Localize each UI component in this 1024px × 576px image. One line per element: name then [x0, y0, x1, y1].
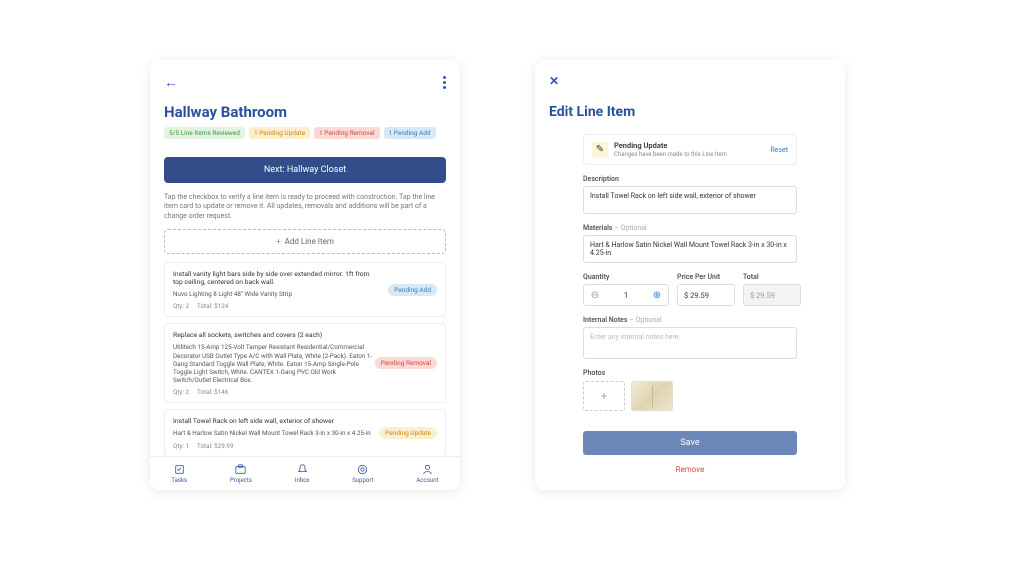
help-text: Tap the checkbox to verify a line item i… [150, 183, 460, 229]
description-label: Description [583, 175, 797, 183]
line-items-panel: ← Hallway Bathroom 5/5 Line Items Review… [150, 60, 460, 490]
nav-label: Inbox [295, 477, 310, 484]
nav-label: Account [416, 477, 438, 484]
add-line-item-button[interactable]: +Add Line Item [164, 229, 446, 254]
page-title: Hallway Bathroom [164, 103, 446, 121]
total-label: Total [743, 273, 801, 281]
edit-line-item-panel: ✕ Edit Line Item ✎ Pending Update Change… [535, 60, 845, 490]
photos-label: Photos [583, 369, 797, 377]
reset-link[interactable]: Reset [770, 146, 788, 154]
next-button[interactable]: Next: Hallway Closet [164, 157, 446, 183]
remove-link[interactable]: Remove [583, 465, 797, 474]
status-chip: 1 Pending Add [384, 127, 436, 139]
price-input[interactable]: $ 29.59 [677, 284, 735, 306]
line-item-description: Install vanity light bars side by side o… [173, 270, 373, 286]
nav-item-account[interactable]: Account [416, 464, 438, 484]
materials-input[interactable]: Hart & Harlow Satin Nickel Wall Mount To… [583, 235, 797, 263]
back-arrow-icon[interactable]: ← [164, 74, 178, 91]
price-label: Price Per Unit [677, 273, 735, 281]
line-item-meta: Qty: 2Total: $124 [173, 302, 437, 310]
total-value: $ 29.59 [743, 284, 801, 306]
bottom-nav: Tasks Projects Inbox Support Account [150, 456, 460, 490]
status-badge: Pending Update [379, 427, 437, 439]
projects-icon [235, 464, 246, 475]
inbox-icon [297, 464, 308, 475]
pencil-icon: ✎ [592, 142, 608, 158]
add-photo-button[interactable]: + [583, 381, 625, 411]
description-input[interactable]: Install Towel Rack on left side wall, ex… [583, 186, 797, 214]
line-item-materials: Utilitech 15-Amp 125-Volt Tamper Resista… [173, 343, 373, 384]
line-item-card[interactable]: Replace all sockets, switches and covers… [164, 323, 446, 403]
status-chip: 5/5 Line Items Reviewed [164, 127, 245, 139]
nav-item-support[interactable]: Support [352, 464, 373, 484]
line-item-description: Replace all sockets, switches and covers… [173, 331, 373, 339]
quantity-stepper[interactable]: ⊖ 1 ⊕ [583, 284, 669, 306]
line-item-materials: Nuvo Lighting 8 Light 48" Wide Vanity St… [173, 290, 373, 298]
account-icon [422, 464, 433, 475]
tasks-icon [174, 464, 185, 475]
nav-item-projects[interactable]: Projects [230, 464, 252, 484]
status-chip: 1 Pending Update [249, 127, 310, 139]
kebab-menu-icon[interactable] [443, 76, 446, 89]
line-item-card[interactable]: Install Towel Rack on left side wall, ex… [164, 409, 446, 456]
status-badge: Pending Removal [375, 357, 437, 369]
panel-title: Edit Line Item [535, 104, 845, 128]
support-icon [357, 464, 368, 475]
quantity-label: Quantity [583, 273, 669, 281]
notes-input[interactable]: Enter any internal notes here. [583, 327, 797, 359]
save-button[interactable]: Save [583, 431, 797, 455]
status-badge: Pending Add [388, 284, 437, 296]
minus-icon[interactable]: ⊖ [584, 290, 606, 301]
nav-label: Support [352, 477, 373, 484]
close-icon[interactable]: ✕ [549, 74, 559, 88]
nav-label: Tasks [171, 477, 187, 484]
photo-thumbnail[interactable] [631, 381, 673, 411]
pending-update-alert: ✎ Pending Update Changes have been made … [583, 134, 797, 165]
line-item-meta: Qty: 2Total: $146 [173, 388, 437, 396]
nav-item-tasks[interactable]: Tasks [171, 464, 187, 484]
line-item-description: Install Towel Rack on left side wall, ex… [173, 417, 373, 425]
plus-icon: + [276, 237, 281, 246]
nav-label: Projects [230, 477, 252, 484]
line-item-meta: Qty: 1Total: $29.99 [173, 442, 437, 450]
nav-item-inbox[interactable]: Inbox [295, 464, 310, 484]
notes-label: Internal Notes – Optional [583, 316, 797, 324]
materials-label: Materials – Optional [583, 224, 797, 232]
line-item-materials: Hart & Harlow Satin Nickel Wall Mount To… [173, 429, 373, 437]
status-chip: 1 Pending Removal [314, 127, 380, 139]
quantity-value: 1 [606, 291, 646, 300]
plus-circle-icon[interactable]: ⊕ [646, 290, 668, 301]
line-item-card[interactable]: Install vanity light bars side by side o… [164, 262, 446, 317]
